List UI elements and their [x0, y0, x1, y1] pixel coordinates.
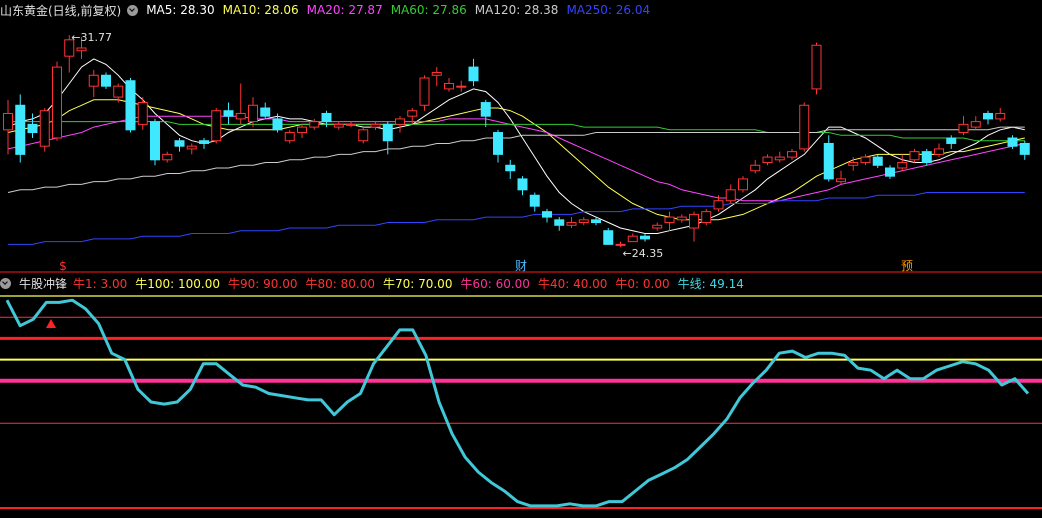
- candle-body: [248, 104, 258, 123]
- candle-body: [615, 243, 626, 246]
- candle-body: [309, 121, 320, 128]
- candle-body: [811, 44, 822, 90]
- candle-body: [162, 153, 173, 161]
- candle-body: [297, 126, 307, 134]
- candle-body: [480, 102, 491, 117]
- candle-body: [701, 211, 712, 224]
- stock-chart[interactable]: ←31.77 ←24.35 $ 财 预: [0, 0, 1042, 518]
- candle-body: [517, 178, 528, 191]
- candle-body: [101, 74, 111, 87]
- candle-body: [493, 132, 503, 155]
- candle-body: [725, 189, 736, 202]
- candle-body: [235, 112, 246, 120]
- signal-triangle: [46, 319, 56, 328]
- candle-body: [542, 211, 552, 218]
- candle-body: [1007, 137, 1018, 147]
- candle-body: [750, 164, 761, 172]
- candle-body: [199, 140, 209, 144]
- candle-body: [444, 82, 454, 90]
- candle-body: [762, 156, 773, 164]
- candle-body: [566, 222, 577, 226]
- candle-body: [799, 104, 810, 150]
- candle-body: [382, 123, 393, 142]
- candle-body: [3, 112, 13, 131]
- candle-body: [664, 216, 675, 224]
- candle-body: [395, 118, 405, 125]
- candle-body: [897, 162, 908, 169]
- candle-body: [983, 112, 993, 120]
- candle-body: [921, 151, 932, 164]
- candle-body: [578, 219, 589, 224]
- candle-body: [223, 110, 234, 117]
- candle-body: [1019, 142, 1030, 155]
- candle-body: [676, 216, 687, 221]
- candle-body: [934, 148, 944, 155]
- candle-body: [823, 142, 834, 180]
- candle-body: [150, 121, 160, 161]
- candle-body: [554, 219, 565, 226]
- event-marker: $: [59, 259, 67, 273]
- candle-body: [211, 110, 222, 142]
- indicator-line: [5, 298, 1030, 508]
- candle-body: [603, 230, 614, 245]
- ma-line-ma250: [8, 192, 1025, 245]
- candle-body: [946, 137, 957, 144]
- candle-body: [284, 132, 295, 142]
- candle-body: [137, 102, 148, 125]
- candle-body: [872, 156, 883, 166]
- candle-body: [505, 164, 516, 172]
- candle-body: [260, 107, 271, 117]
- candle-body: [52, 66, 62, 139]
- candle-body: [431, 72, 442, 76]
- candle-body: [652, 224, 663, 229]
- candle-body: [468, 66, 479, 82]
- candle-body: [774, 156, 785, 161]
- candle-body: [689, 213, 699, 229]
- candle-body: [885, 167, 895, 177]
- candle-body: [627, 235, 638, 243]
- candle-body: [27, 123, 38, 134]
- candle-body: [407, 110, 418, 117]
- candle-body: [787, 151, 797, 158]
- candle-body: [358, 129, 369, 142]
- candle-body: [76, 47, 87, 52]
- candle-body: [15, 104, 26, 155]
- candle-body: [713, 200, 724, 210]
- candle-body: [174, 140, 185, 147]
- event-marker: 财: [515, 259, 527, 273]
- candle-body: [88, 74, 99, 87]
- candle-body: [970, 121, 981, 128]
- candle-body: [529, 194, 540, 207]
- candle-body: [860, 156, 871, 164]
- ma-line-ma60: [8, 121, 1025, 142]
- candle-body: [113, 85, 124, 98]
- candle-body: [591, 219, 601, 224]
- high-price-label: ←31.77: [71, 31, 112, 44]
- candle-body: [848, 162, 859, 166]
- candle-body: [836, 178, 846, 183]
- event-marker: 预: [901, 259, 913, 273]
- candle-body: [456, 85, 467, 88]
- candle-body: [909, 151, 920, 161]
- ma-line-ma5: [7, 58, 1025, 234]
- candle-body: [333, 123, 344, 128]
- candle-body: [321, 112, 332, 123]
- candle-body: [39, 110, 50, 147]
- candle-body: [419, 77, 430, 106]
- ma-line-ma120: [7, 126, 1025, 193]
- candle-body: [370, 123, 381, 128]
- candle-body: [125, 80, 136, 131]
- candle-body: [738, 178, 748, 191]
- candle-body: [272, 118, 283, 131]
- candle-body: [958, 123, 969, 134]
- candle-body: [995, 112, 1006, 120]
- low-price-label: ←24.35: [623, 247, 664, 260]
- candle-body: [346, 123, 356, 126]
- candle-body: [640, 235, 650, 240]
- candle-body: [186, 145, 197, 150]
